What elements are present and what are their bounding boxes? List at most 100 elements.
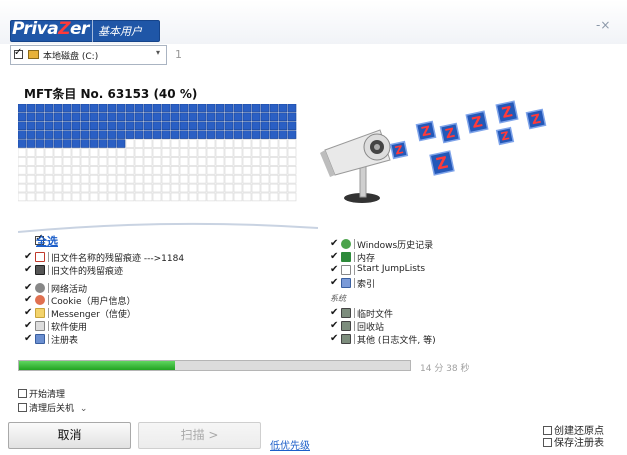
option-label[interactable]: 索引 — [357, 277, 375, 290]
mft-cell — [44, 165, 54, 175]
option-label[interactable]: 临时文件 — [357, 307, 393, 320]
mft-cell — [152, 148, 162, 157]
check-icon[interactable]: ✔ — [330, 251, 338, 262]
option-label[interactable]: 旧文件名称的残留痕迹 --->1184 — [51, 251, 184, 264]
mft-cell — [116, 174, 126, 184]
mft-cell — [125, 183, 135, 193]
mft-cell — [44, 104, 54, 113]
option-label[interactable]: Start JumpLists — [357, 264, 425, 274]
mft-cell — [269, 121, 279, 130]
mft-cell — [107, 165, 117, 175]
mft-cell — [26, 174, 36, 184]
mft-cell — [62, 121, 72, 130]
option-label[interactable]: 注册表 — [51, 333, 78, 346]
mft-cell — [179, 121, 189, 130]
chevron-down-icon[interactable]: ▾ — [156, 48, 160, 57]
mft-cell — [89, 104, 99, 113]
check-icon[interactable]: ✔ — [330, 264, 338, 275]
option-label[interactable]: 软件使用 — [51, 320, 87, 333]
mft-cell — [18, 192, 27, 202]
mft-cell — [224, 192, 234, 202]
separator — [354, 239, 355, 249]
cancel-button[interactable]: 取消 — [8, 422, 131, 449]
select-all-link[interactable]: 全选 — [36, 233, 58, 249]
mft-cell — [89, 130, 99, 139]
check-icon[interactable]: ✔ — [330, 277, 338, 288]
mft-cell — [35, 174, 45, 184]
option-label[interactable]: Windows历史记录 — [357, 238, 433, 251]
mft-cell — [18, 121, 27, 130]
check-icon[interactable]: ✔ — [330, 238, 338, 249]
drive-checkbox[interactable] — [14, 47, 23, 59]
option-label[interactable]: Messenger（信使） — [51, 307, 136, 320]
shutdown-after-option[interactable]: 清理后关机 ⌄ — [18, 401, 87, 414]
check-icon[interactable]: ✔ — [24, 251, 32, 262]
restore-point-checkbox[interactable] — [543, 426, 552, 435]
mft-cell — [278, 112, 288, 122]
check-icon[interactable]: ✔ — [24, 294, 32, 305]
shutdown-after-checkbox[interactable] — [18, 403, 27, 412]
option-label[interactable]: 回收站 — [357, 320, 384, 333]
mft-cell — [89, 121, 99, 130]
check-icon[interactable]: ✔ — [330, 307, 338, 318]
mft-cell — [242, 112, 252, 122]
z-icon: Z — [429, 150, 455, 176]
low-priority-link[interactable]: 低优先级 — [270, 437, 310, 452]
mft-cell — [170, 174, 180, 184]
check-icon[interactable]: ✔ — [24, 264, 32, 275]
mft-cell — [170, 112, 180, 122]
start-cleanup-option[interactable]: 开始清理 — [18, 387, 65, 400]
mft-cell — [197, 157, 207, 166]
mft-cell — [278, 139, 288, 148]
mft-cell — [233, 121, 243, 130]
mft-cell — [206, 130, 216, 139]
mft-cell — [278, 192, 288, 202]
check-icon[interactable]: ✔ — [24, 320, 32, 331]
mft-cell — [287, 148, 297, 157]
window-controls[interactable]: -× — [596, 18, 610, 32]
mft-cell — [98, 165, 108, 175]
mft-cell — [53, 157, 63, 166]
scan-button[interactable]: 扫描 > — [138, 422, 261, 449]
chevron-down-icon[interactable]: ⌄ — [80, 404, 88, 414]
section-divider — [18, 222, 318, 233]
mft-cell — [44, 112, 54, 122]
app-logo: PrivaZer — [12, 19, 89, 39]
mft-cell — [134, 112, 144, 122]
mft-cell — [152, 157, 162, 166]
mft-cell — [107, 148, 117, 157]
create-restore-point-option[interactable]: 创建还原点 — [543, 426, 604, 438]
user-mode-label[interactable]: 基本用户 — [98, 23, 142, 39]
save-registry-checkbox[interactable] — [543, 438, 552, 447]
check-icon[interactable]: ✔ — [330, 320, 338, 331]
mft-cell — [269, 183, 279, 193]
other-icon — [341, 334, 351, 344]
option-label[interactable]: Cookie（用户信息） — [51, 294, 136, 307]
option-label[interactable]: 内存 — [357, 251, 375, 264]
mft-cell — [26, 112, 36, 122]
check-icon[interactable]: ✔ — [24, 282, 32, 293]
mft-cell — [278, 130, 288, 139]
mft-cell — [143, 112, 153, 122]
mft-cell — [143, 165, 153, 175]
mft-cell — [269, 139, 279, 148]
check-icon[interactable]: ✔ — [24, 307, 32, 318]
option-label[interactable]: 旧文件的残留痕迹 — [51, 264, 123, 277]
check-icon[interactable]: ✔ — [24, 333, 32, 344]
mft-cell — [143, 104, 153, 113]
check-icon[interactable]: ✔ — [330, 333, 338, 344]
mft-cell — [188, 157, 198, 166]
mft-cell — [215, 174, 225, 184]
mft-cell — [197, 104, 207, 113]
save-registry-option[interactable]: 保存注册表 — [543, 438, 604, 450]
start-cleanup-label: 开始清理 — [29, 390, 66, 400]
mft-cell — [44, 157, 54, 166]
option-label[interactable]: 其他 (日志文件, 等) — [357, 333, 436, 346]
mft-cell — [224, 165, 234, 175]
start-cleanup-checkbox[interactable] — [18, 389, 27, 398]
mft-cell — [53, 174, 63, 184]
mft-cell — [242, 121, 252, 130]
mft-cell — [80, 104, 90, 113]
mft-cell — [197, 139, 207, 148]
mft-cell — [26, 157, 36, 166]
